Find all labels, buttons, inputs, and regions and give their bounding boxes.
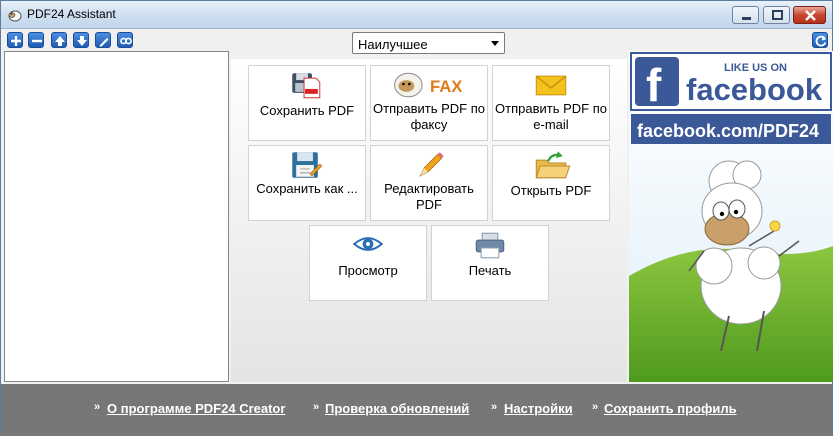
email-pdf-label: Отправить PDF по e-mail: [495, 101, 607, 132]
facebook-url-text: facebook.com/PDF24: [637, 121, 819, 141]
fax-pdf-button[interactable]: FAX Отправить PDF по факсу: [370, 65, 488, 141]
save-as-icon: [292, 152, 323, 178]
close-icon: [805, 10, 816, 21]
save-as-label: Сохранить как ...: [256, 181, 358, 196]
print-label: Печать: [468, 263, 512, 278]
close-button[interactable]: [793, 6, 826, 24]
refresh-icon: [815, 35, 827, 47]
print-button[interactable]: Печать: [431, 225, 549, 301]
svg-text:f: f: [646, 59, 662, 111]
move-down-button[interactable]: [73, 32, 89, 48]
title-bar[interactable]: PDF24 Assistant: [1, 1, 832, 29]
move-up-icon: [55, 36, 65, 46]
footer-bullet: »: [491, 401, 498, 413]
merge-button[interactable]: [117, 32, 133, 48]
app-window: PDF24 Assistant Наилучшее Сохранить PDF …: [0, 0, 833, 436]
edit-icon: [99, 38, 109, 47]
envelope-icon: [535, 75, 567, 96]
open-folder-icon: [535, 151, 571, 179]
window-title: PDF24 Assistant: [27, 7, 116, 21]
fax-pdf-label: Отправить PDF по факсу: [373, 101, 485, 132]
fax-sheep-icon: FAX: [394, 72, 462, 98]
save-profile-link[interactable]: Сохранить профиль: [604, 401, 737, 416]
move-up-button[interactable]: [51, 32, 67, 48]
facebook-brand-text: facebook: [686, 72, 823, 107]
fax-badge: FAX: [430, 77, 462, 96]
footer-bullet: »: [592, 401, 599, 413]
chevron-down-icon: [491, 41, 499, 46]
merge-icon: [120, 37, 132, 45]
preview-label: Просмотр: [338, 263, 398, 278]
email-pdf-button[interactable]: Отправить PDF по e-mail: [492, 65, 610, 141]
minimize-icon: [742, 17, 751, 20]
add-file-button[interactable]: [7, 32, 23, 48]
save-pdf-button[interactable]: Сохранить PDF: [248, 65, 366, 141]
pencil-icon: [419, 152, 444, 177]
move-down-icon: [77, 36, 87, 46]
edit-pdf-label: Редактировать PDF: [384, 181, 474, 212]
quality-select-value: Наилучшее: [358, 37, 428, 52]
save-pdf-icon: [292, 73, 321, 99]
open-pdf-label: Открыть PDF: [510, 183, 592, 198]
check-updates-link[interactable]: Проверка обновлений: [325, 401, 469, 416]
maximize-button[interactable]: [763, 6, 790, 24]
sheep-app-icon: [8, 10, 22, 22]
footer-bullet: »: [94, 401, 101, 413]
remove-icon: [32, 39, 42, 43]
facebook-ad-art: f LIKE US ON facebook facebook.com/PDF24: [629, 51, 833, 382]
file-list[interactable]: [4, 51, 229, 382]
quality-select[interactable]: Наилучшее: [352, 32, 505, 54]
facebook-ad-banner[interactable]: f LIKE US ON facebook facebook.com/PDF24: [629, 51, 833, 382]
edit-button[interactable]: [95, 32, 111, 48]
save-as-button[interactable]: Сохранить как ...: [248, 145, 366, 221]
save-pdf-label: Сохранить PDF: [259, 103, 355, 118]
eye-icon: [352, 237, 384, 251]
remove-file-button[interactable]: [28, 32, 44, 48]
printer-icon: [475, 232, 505, 259]
add-icon: [11, 36, 21, 46]
minimize-button[interactable]: [732, 6, 759, 24]
footer-bullet: »: [313, 401, 320, 413]
about-link[interactable]: О программе PDF24 Creator: [107, 401, 285, 416]
open-pdf-button[interactable]: Открыть PDF: [492, 145, 610, 221]
edit-pdf-button[interactable]: Редактировать PDF: [370, 145, 488, 221]
settings-link[interactable]: Настройки: [504, 401, 573, 416]
preview-button[interactable]: Просмотр: [309, 225, 427, 301]
maximize-icon: [772, 10, 783, 20]
refresh-button[interactable]: [812, 32, 828, 48]
